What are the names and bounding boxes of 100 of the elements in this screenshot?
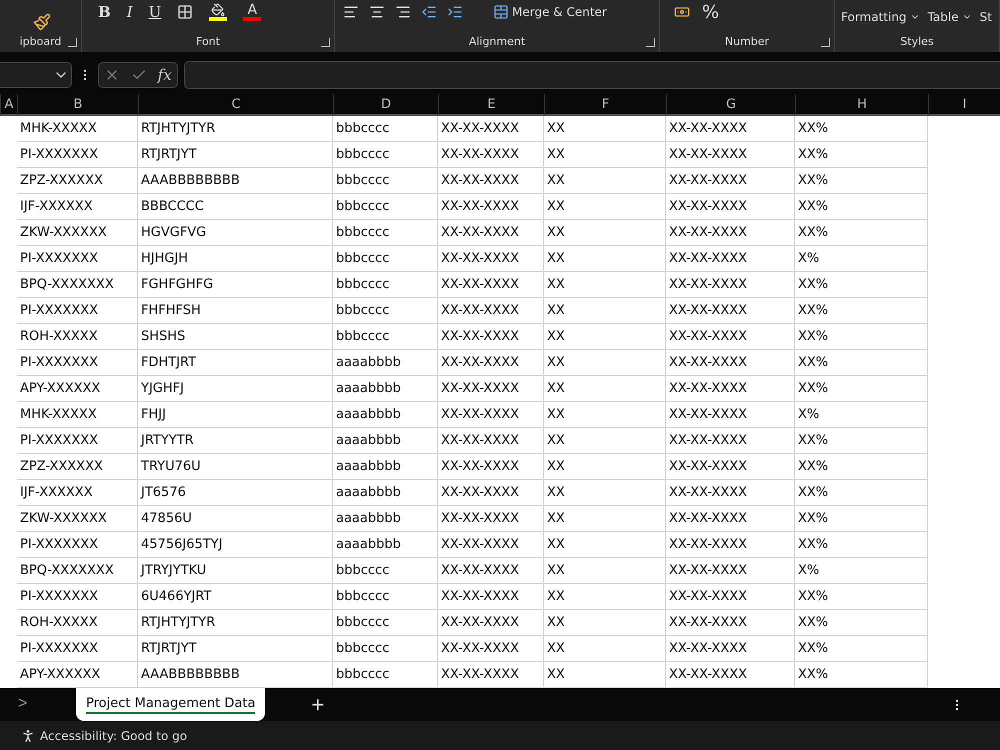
table-cell: XX% [795, 532, 928, 558]
fill-color-icon[interactable] [209, 3, 228, 21]
table-cell: IJF-XXXXXX [17, 480, 138, 506]
table-cell: bbbcccc [333, 610, 438, 636]
table-cell: aaaabbbb [333, 506, 438, 532]
table-cell: XX-XX-XXXX [666, 194, 795, 220]
next-sheet-button[interactable]: > [12, 694, 34, 714]
table-cell: ZKW-XXXXXX [17, 506, 138, 532]
align-center-icon[interactable] [369, 4, 385, 20]
table-cell: aaaabbbb [333, 402, 438, 428]
table-cell: XX-XX-XXXX [438, 246, 544, 272]
table-cell: PI-XXXXXXX [17, 428, 138, 454]
table-cell: bbbcccc [333, 116, 438, 142]
table-cell: ZPZ-XXXXXX [17, 454, 138, 480]
group-label: ipboard [20, 35, 62, 48]
column-header[interactable]: C [138, 94, 333, 116]
table-cell: XX% [795, 454, 928, 480]
font-style-button[interactable]: U [148, 3, 162, 21]
merge-center-button[interactable]: Merge & Center [493, 4, 607, 20]
styles-button[interactable]: St [980, 10, 992, 24]
table-cell: JRTYYTR [138, 428, 333, 454]
formula-field[interactable] [184, 61, 1000, 89]
table-cell: XX-XX-XXXX [438, 142, 544, 168]
group-label: Number [724, 35, 770, 48]
table-cell: 6U466YJRT [138, 584, 333, 610]
column-header[interactable]: H [795, 94, 928, 116]
table-cell: XX-XX-XXXX [666, 272, 795, 298]
table-cell: XX% [795, 428, 928, 454]
format-painter-icon[interactable] [33, 13, 51, 31]
table-cell: RTJHTYJTYR [138, 610, 333, 636]
table-cell: XX-XX-XXXX [438, 532, 544, 558]
table-cell: XX [544, 272, 666, 298]
table-cell: XX% [795, 610, 928, 636]
group-label: Font [196, 35, 220, 48]
percent-button[interactable]: % [702, 2, 720, 22]
table-cell: XX-XX-XXXX [666, 584, 795, 610]
align-right-icon[interactable] [395, 4, 411, 20]
align-left-icon[interactable] [343, 4, 359, 20]
table-cell: XX [544, 324, 666, 350]
sheet-tab[interactable]: Project Management Data [76, 688, 266, 721]
column-header[interactable]: I [928, 94, 1000, 116]
table-cell: XX% [795, 168, 928, 194]
group-label: Alignment [468, 35, 526, 48]
table-cell: XX [544, 532, 666, 558]
table-cell: BBBCCCC [138, 194, 333, 220]
borders-icon[interactable] [177, 4, 194, 20]
column-header[interactable]: F [544, 94, 666, 116]
table-cell: XX [544, 168, 666, 194]
insert-function-button[interactable]: fx [158, 66, 172, 84]
decrease-indent-icon[interactable] [421, 4, 437, 20]
table-cell: FDHTJRT [138, 350, 333, 376]
table-cell: XX-XX-XXXX [438, 662, 544, 688]
table-cell: XX-XX-XXXX [666, 532, 795, 558]
increase-indent-icon[interactable] [447, 4, 463, 20]
table-cell: XX [544, 636, 666, 662]
table-cell: XX% [795, 376, 928, 402]
dialog-launcher-icon[interactable] [646, 38, 655, 47]
table-cell: XX% [795, 636, 928, 662]
table-cell: XX-XX-XXXX [666, 636, 795, 662]
table-cell: XX-XX-XXXX [438, 610, 544, 636]
dialog-launcher-icon[interactable] [821, 38, 830, 47]
column-header[interactable]: E [438, 94, 544, 116]
table-cell: APY-XXXXXX [17, 376, 138, 402]
column-header[interactable]: D [333, 94, 438, 116]
table-cell: YJGHFJ [138, 376, 333, 402]
table-cell: XX-XX-XXXX [438, 402, 544, 428]
table-cell: XX [544, 246, 666, 272]
table-cell: PI-XXXXXXX [17, 246, 138, 272]
column-header[interactable]: B [17, 94, 138, 116]
font-style-button[interactable]: I [126, 3, 133, 21]
table-cell: XX-XX-XXXX [666, 454, 795, 480]
table-cell: MHK-XXXXX [17, 402, 138, 428]
column-header[interactable]: A [0, 94, 17, 116]
table-cell: X% [795, 402, 928, 428]
table-cell: XX-XX-XXXX [666, 376, 795, 402]
table-cell: XX% [795, 584, 928, 610]
font-style-button[interactable]: B [98, 3, 111, 21]
add-sheet-button[interactable]: + [311, 692, 324, 718]
font-color-button[interactable]: A [243, 3, 262, 21]
table-cell: XX [544, 428, 666, 454]
column-header[interactable]: G [666, 94, 795, 116]
table-cell: XX% [795, 350, 928, 376]
dialog-launcher-icon[interactable] [321, 38, 330, 47]
table-cell: aaaabbbb [333, 428, 438, 454]
styles-button[interactable]: Formatting [841, 10, 920, 24]
accessibility-status[interactable]: Accessibility: Good to go [40, 728, 188, 742]
table-cell: 45756J65TYJ [138, 532, 333, 558]
table-cell: XX [544, 194, 666, 220]
table-cell: XX% [795, 298, 928, 324]
table-cell: XX-XX-XXXX [666, 402, 795, 428]
table-cell: HJHGJH [138, 246, 333, 272]
table-cell: JT6576 [138, 480, 333, 506]
table-cell: XX [544, 506, 666, 532]
table-cell: bbbcccc [333, 246, 438, 272]
dialog-launcher-icon[interactable] [68, 38, 77, 47]
styles-button[interactable]: Table [928, 10, 972, 24]
table-cell: MHK-XXXXX [17, 116, 138, 142]
table-cell: XX-XX-XXXX [438, 454, 544, 480]
table-cell: PI-XXXXXXX [17, 142, 138, 168]
table-cell: XX% [795, 480, 928, 506]
